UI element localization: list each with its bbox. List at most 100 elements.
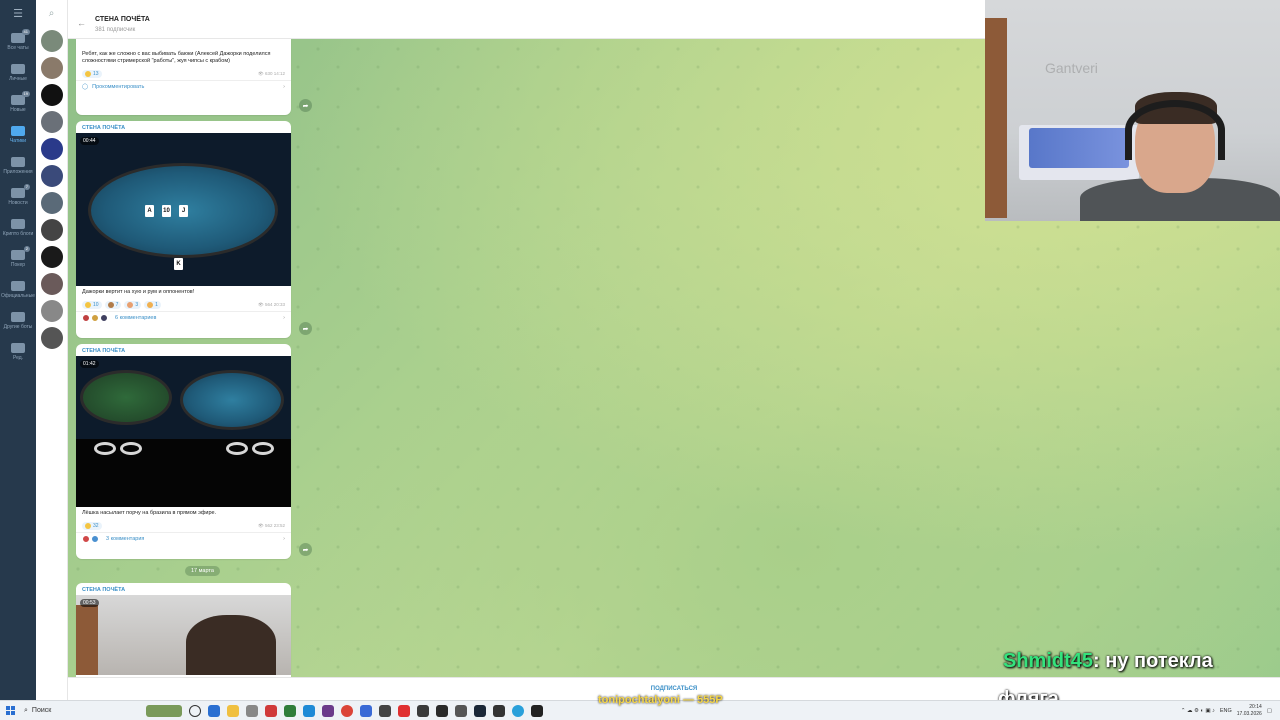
app-icon[interactable] [455,704,467,717]
folder-poker[interactable]: 2 Покер [0,243,36,274]
chat-avatar[interactable] [40,192,63,214]
reaction-chip[interactable]: 3 [124,301,142,309]
app-icon[interactable] [379,704,391,717]
chat-avatar[interactable] [40,273,63,295]
back-arrow-icon[interactable]: ← [77,18,86,28]
hamburger-menu-icon[interactable]: ☰ [0,0,36,26]
post-author[interactable]: СТЕНА ПОЧЁТА [76,121,291,133]
reaction-chip[interactable]: 7 [104,301,122,309]
app-icon[interactable] [322,704,334,717]
comments-link[interactable]: ◯ Прокомментировать › [76,80,291,93]
taskbar-apps [146,704,543,717]
reaction-count: 1 [155,302,158,308]
chat-avatar[interactable] [40,246,63,268]
chat-list: ⌕ [36,0,68,700]
reactions-row: 10 7 3 1 👁 564 20:33 [76,299,291,311]
chat-avatar[interactable] [40,327,63,349]
comments-link[interactable]: 6 комментариев › [76,311,291,324]
folder-label: Личные [9,75,27,82]
folder-label: Крипто блоги [2,230,34,237]
share-icon[interactable]: ➦ [299,99,312,112]
headlight-shape [226,442,248,455]
commenter-avatar [82,535,90,543]
app-icon[interactable] [265,704,277,717]
store-icon[interactable] [208,704,220,717]
tray-icons[interactable]: ⌃ ☁ ⚙ ◐ ▣ ♪ [1181,708,1215,714]
video-thumbnail[interactable]: 00:53 [76,595,291,675]
folder-official[interactable]: Официальные [0,274,36,305]
chrome-icon[interactable] [341,704,353,717]
app-icon[interactable] [531,704,543,717]
folder-bots[interactable]: Другие боты [0,305,36,336]
edge-icon[interactable] [303,704,315,717]
channel-post: СТЕНА ПОЧЁТА 01:42 Лёшка насылает порчу … [76,344,291,559]
chat-avatar[interactable] [40,138,63,160]
folder-crypto[interactable]: Крипто блоги [0,212,36,243]
task-view-icon[interactable] [189,704,201,717]
search-icon[interactable]: ⌕ [36,0,67,26]
folder-personal[interactable]: Личные [0,57,36,88]
folder-all-chats[interactable]: 41 Все чаты [0,26,36,57]
folder-edit[interactable]: Ред. [0,336,36,367]
poker-tables-image [76,356,291,507]
screen: ☰ 41 Все чаты Личные 19 Новые Чатики При… [0,0,1280,720]
reaction-chip[interactable]: 32 [82,522,102,530]
folder-news[interactable]: 7 Новости [0,181,36,212]
comments-link[interactable]: 3 комментария › [76,532,291,545]
chat-avatar[interactable] [40,111,63,133]
emoji-icon [85,71,91,77]
clock[interactable]: 20:14 17.03.2026 [1237,704,1262,718]
app-icon[interactable] [493,704,505,717]
folder-icon [11,311,25,322]
share-icon[interactable]: ➦ [299,543,312,556]
app-icon[interactable] [284,704,296,717]
reaction-chip[interactable]: 1 [144,301,161,309]
taskbar-search[interactable]: ⌕ Поиск [24,704,136,718]
bed-cover-shape [1029,128,1129,168]
folder-label: Покер [10,261,26,268]
telegram-icon[interactable] [512,704,524,717]
widgets-icon[interactable] [146,704,182,717]
explorer-icon[interactable] [227,704,239,717]
channel-subscribers: 381 подписчик [95,27,136,33]
video-thumbnail[interactable]: A 10 J K 00:44 [76,133,291,286]
channel-title[interactable]: СТЕНА ПОЧЁТА [95,16,150,23]
folder-chats[interactable]: Чатики [0,119,36,150]
steam-icon[interactable] [474,704,486,717]
poker-table-image: A 10 J K [76,133,291,286]
chat-avatar[interactable] [40,30,63,52]
post-time: 20:33 [273,302,285,307]
chat-avatar[interactable] [40,219,63,241]
notifications-icon[interactable]: ▢ [1267,708,1272,714]
chat-avatar[interactable] [40,165,63,187]
view-count: 564 [264,302,273,307]
chat-avatar[interactable] [40,300,63,322]
comment-icon: ◯ [82,84,89,90]
app-icon[interactable] [360,704,372,717]
folder-label: Ред. [12,354,24,361]
post-author[interactable]: СТЕНА ПОЧЁТА [76,583,291,595]
app-icon[interactable] [417,704,429,717]
language-indicator[interactable]: ENG [1220,708,1232,714]
chat-bubbles-icon [11,125,25,136]
stream-chat-message: Shmidt45: ну потекла [1003,650,1213,673]
reaction-chip[interactable]: 10 [82,301,102,309]
post-author[interactable]: СТЕНА ПОЧЁТА [76,344,291,356]
sliders-icon [11,342,25,353]
app-icon[interactable] [436,704,448,717]
door-shape [76,605,98,675]
folder-apps[interactable]: Приложения [0,150,36,181]
yandex-icon[interactable] [398,704,410,717]
share-icon[interactable]: ➦ [299,322,312,335]
folder-badge: 2 [23,246,30,252]
reaction-count: 7 [115,302,119,308]
reactions-row: 13 👁 630 14:12 [76,68,291,80]
folder-new[interactable]: 19 Новые [0,88,36,119]
windows-start-icon[interactable] [0,701,20,720]
chat-avatar[interactable] [40,84,63,106]
reaction-chip[interactable]: 13 [82,70,102,78]
video-thumbnail[interactable]: 01:42 [76,356,291,507]
chat-avatar[interactable] [40,57,63,79]
reaction-count: 32 [93,523,99,529]
app-icon[interactable] [246,704,258,717]
